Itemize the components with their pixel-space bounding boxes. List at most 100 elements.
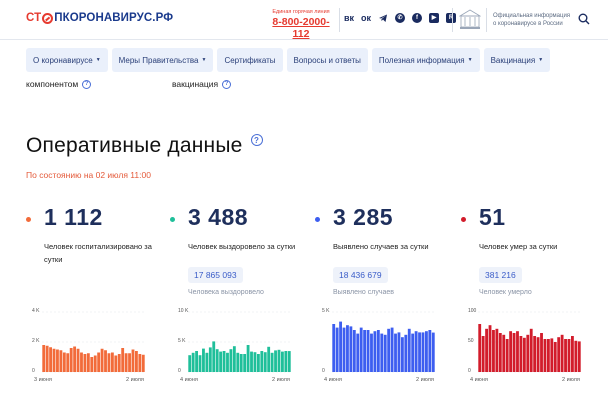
bar[interactable] xyxy=(205,352,209,372)
bar[interactable] xyxy=(550,338,554,372)
bar[interactable] xyxy=(574,340,578,372)
bar[interactable] xyxy=(495,328,499,372)
bar[interactable] xyxy=(352,330,356,372)
bar[interactable] xyxy=(560,334,564,372)
bar[interactable] xyxy=(346,325,349,372)
bar[interactable] xyxy=(287,351,291,372)
bar[interactable] xyxy=(73,346,77,373)
bar[interactable] xyxy=(342,327,346,372)
bar[interactable] xyxy=(557,337,561,372)
bar[interactable] xyxy=(128,353,131,372)
bar[interactable] xyxy=(363,330,367,372)
bar[interactable] xyxy=(431,332,435,372)
bar[interactable] xyxy=(543,339,547,372)
vk-icon[interactable]: вк xyxy=(344,13,354,23)
bar[interactable] xyxy=(117,354,121,372)
bar[interactable] xyxy=(83,354,87,372)
help-icon[interactable]: ? xyxy=(250,134,263,146)
bar[interactable] xyxy=(215,349,219,372)
bar[interactable] xyxy=(202,348,205,372)
ok-icon[interactable]: ок xyxy=(361,13,371,23)
bar[interactable] xyxy=(236,352,240,372)
bar[interactable] xyxy=(509,331,513,372)
bar[interactable] xyxy=(571,336,574,372)
bar[interactable] xyxy=(141,354,145,372)
bar[interactable] xyxy=(246,345,250,372)
bar[interactable] xyxy=(49,347,52,372)
bar[interactable] xyxy=(481,336,485,372)
bar[interactable] xyxy=(239,354,243,372)
bar[interactable] xyxy=(526,334,530,372)
bar[interactable] xyxy=(226,352,229,372)
bar[interactable] xyxy=(250,351,253,372)
bar[interactable] xyxy=(553,342,557,372)
bar[interactable] xyxy=(198,355,202,372)
bar[interactable] xyxy=(522,337,526,372)
bar[interactable] xyxy=(97,352,101,373)
bar[interactable] xyxy=(414,331,418,372)
bar[interactable] xyxy=(498,333,502,372)
bar[interactable] xyxy=(52,348,56,372)
bar[interactable] xyxy=(387,328,391,372)
bar[interactable] xyxy=(114,355,118,373)
bar[interactable] xyxy=(229,349,233,372)
bar[interactable] xyxy=(519,336,523,372)
bar[interactable] xyxy=(104,350,107,372)
bar[interactable] xyxy=(232,346,236,372)
rutube-icon[interactable]: R xyxy=(446,13,456,23)
bar[interactable] xyxy=(411,333,415,372)
bar[interactable] xyxy=(270,352,274,372)
bar[interactable] xyxy=(222,351,226,372)
bar[interactable] xyxy=(59,350,63,372)
bar[interactable] xyxy=(512,333,516,372)
bar[interactable] xyxy=(488,325,492,372)
bar[interactable] xyxy=(418,332,421,372)
bar[interactable] xyxy=(93,355,97,373)
bar[interactable] xyxy=(69,348,73,372)
nav-item-faq[interactable]: Вопросы и ответы xyxy=(286,48,368,72)
bar[interactable] xyxy=(335,327,339,372)
search-icon[interactable] xyxy=(578,13,590,25)
nav-item-measures[interactable]: Меры Правительства ▼ xyxy=(111,48,214,72)
bar[interactable] xyxy=(332,324,336,372)
viber-icon[interactable]: ✆ xyxy=(395,13,405,23)
hotline-number[interactable]: 8-800-2000-112 xyxy=(266,16,336,40)
bar[interactable] xyxy=(397,332,401,372)
bar[interactable] xyxy=(281,351,284,372)
bar[interactable] xyxy=(359,327,363,372)
nav-item-vaccination[interactable]: Вакцинация ▼ xyxy=(483,48,551,72)
bar[interactable] xyxy=(400,337,404,372)
bar[interactable] xyxy=(124,353,128,372)
bar[interactable] xyxy=(86,353,90,372)
bar[interactable] xyxy=(516,331,519,372)
bar[interactable] xyxy=(45,345,49,372)
nav-item-about[interactable]: О коронавирусе ▼ xyxy=(26,48,108,72)
site-logo[interactable]: СТ ПКОРОНАВИРУС.РФ xyxy=(26,12,173,24)
bar[interactable] xyxy=(219,351,223,372)
bar[interactable] xyxy=(90,357,94,372)
bar[interactable] xyxy=(267,346,271,372)
bar[interactable] xyxy=(421,332,425,372)
bar[interactable] xyxy=(577,341,581,372)
bar[interactable] xyxy=(540,333,543,372)
bar[interactable] xyxy=(390,327,394,372)
bar[interactable] xyxy=(212,341,216,372)
bar[interactable] xyxy=(370,333,373,372)
bar[interactable] xyxy=(138,354,142,372)
bar[interactable] xyxy=(505,339,509,372)
bar[interactable] xyxy=(131,349,135,373)
bar[interactable] xyxy=(529,328,533,372)
bar[interactable] xyxy=(404,334,408,372)
bar[interactable] xyxy=(135,351,138,372)
telegram-icon[interactable] xyxy=(378,13,388,23)
help-icon[interactable]: ? xyxy=(222,79,232,89)
bar[interactable] xyxy=(546,339,550,372)
bar[interactable] xyxy=(195,351,198,372)
bar[interactable] xyxy=(394,333,397,372)
bar[interactable] xyxy=(485,328,488,372)
bar[interactable] xyxy=(243,354,247,372)
bar[interactable] xyxy=(80,352,83,373)
bar[interactable] xyxy=(567,339,571,372)
bar[interactable] xyxy=(56,349,59,373)
bar[interactable] xyxy=(253,352,257,372)
